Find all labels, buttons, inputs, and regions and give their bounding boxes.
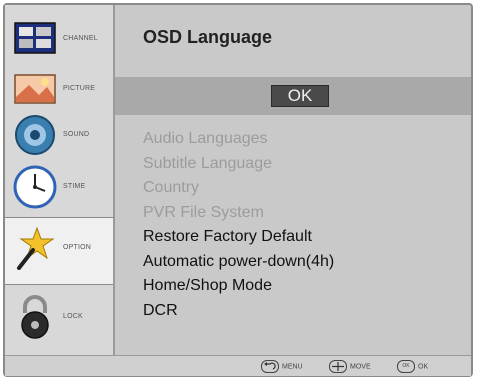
option-country: Country: [143, 179, 200, 196]
hint-ok: OK OK: [397, 360, 428, 373]
sidebar-item-label: SOUND: [63, 131, 90, 138]
option-restore-factory-default[interactable]: Restore Factory Default: [143, 225, 334, 250]
hint-menu: MENU: [261, 360, 303, 373]
hint-move: MOVE: [329, 360, 371, 373]
option-audio-languages: Audio Languages: [143, 130, 268, 147]
back-icon: [261, 360, 279, 373]
ok-icon: OK: [397, 360, 415, 373]
sidebar-item-option[interactable]: OPTION: [5, 217, 113, 285]
option-dcr[interactable]: DCR: [143, 299, 334, 324]
option-panel: OSD Language OK Audio Languages Subtitle…: [115, 5, 471, 355]
footer-hints: MENU MOVE OK OK: [5, 355, 471, 376]
sidebar-item-label: LOCK: [63, 313, 83, 320]
clock-icon: [13, 165, 57, 209]
option-pvr-file-system: PVR File System: [143, 203, 264, 221]
sound-icon: [15, 115, 55, 155]
dpad-icon: [329, 360, 347, 373]
option-subtitle-language: Subtitle Language: [143, 154, 272, 172]
option-home-shop-mode[interactable]: Home/Shop Mode: [143, 274, 334, 299]
hint-move-label: MOVE: [350, 363, 371, 371]
sidebar-item-label: OPTION: [63, 244, 92, 251]
sidebar-item-label: CHANNEL: [63, 35, 98, 42]
ok-button[interactable]: OK: [271, 85, 329, 107]
option-automatic-power-down[interactable]: Automatic power-down(4h): [143, 250, 334, 275]
menu-frame: CHANNEL PICTURE SOUND STIME OPTION LOCK …: [3, 3, 473, 377]
sidebar: CHANNEL PICTURE SOUND STIME OPTION LOCK: [5, 5, 115, 355]
sidebar-item-label: STIME: [63, 183, 86, 190]
selected-option-title[interactable]: OSD Language: [143, 27, 272, 48]
options-list: Audio Languages Subtitle Language Countr…: [143, 127, 334, 323]
sidebar-item-stime[interactable]: STIME: [5, 157, 113, 225]
hint-ok-label: OK: [418, 363, 429, 371]
padlock-icon: [21, 295, 49, 339]
sidebar-item-lock[interactable]: LOCK: [5, 287, 113, 355]
star-wand-icon: [17, 226, 55, 270]
channel-icon: [14, 22, 56, 54]
hint-menu-label: MENU: [282, 363, 303, 371]
ok-band: OK: [115, 77, 471, 115]
sidebar-item-label: PICTURE: [63, 85, 96, 92]
